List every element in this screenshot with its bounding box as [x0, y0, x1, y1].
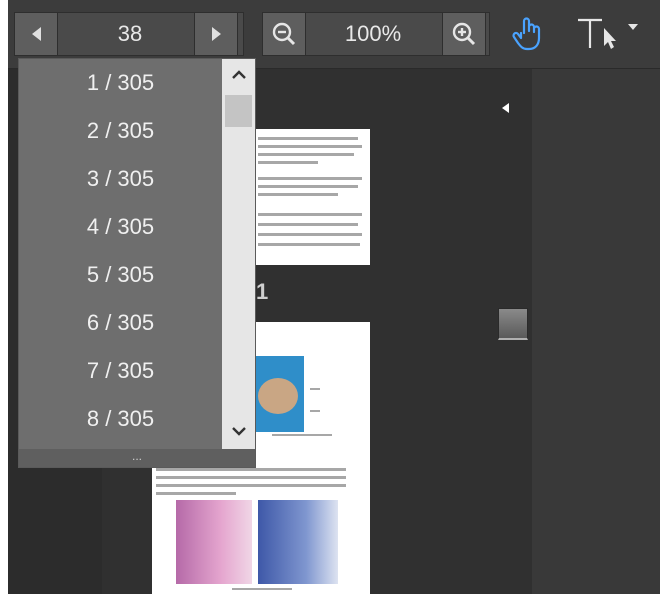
hand-tool-icon: [512, 17, 541, 51]
page-option[interactable]: 6 / 305: [19, 299, 222, 347]
page-option[interactable]: 7 / 305: [19, 347, 222, 395]
text-line: [258, 223, 358, 226]
text-line: [232, 588, 292, 590]
prev-page-button[interactable]: [14, 12, 58, 56]
next-page-button[interactable]: [194, 12, 238, 56]
text-line: [258, 137, 358, 140]
text-line: [156, 484, 346, 487]
text-line: [156, 476, 346, 479]
text-line: [156, 468, 346, 471]
text-line: [258, 161, 318, 164]
chevron-down-icon: [231, 427, 246, 436]
collapse-panel-button[interactable]: [498, 100, 512, 116]
text-line: [258, 213, 362, 216]
hand-tool-button[interactable]: [506, 14, 550, 54]
text-line: [310, 410, 320, 412]
scroll-down-button[interactable]: [222, 417, 255, 445]
text-select-button[interactable]: [574, 14, 644, 54]
text-line: [258, 233, 362, 236]
page-option[interactable]: 3 / 305: [19, 155, 222, 203]
text-line: [258, 185, 358, 188]
text-line: [258, 145, 362, 148]
page-number-field[interactable]: 38: [60, 12, 200, 56]
text-line: [258, 153, 354, 156]
next-page-icon: [211, 27, 221, 41]
zoom-out-icon: [272, 22, 296, 46]
zoom-in-button[interactable]: [442, 12, 486, 56]
page-select-dropdown: 1 / 305 2 / 305 3 / 305 4 / 305 5 / 305 …: [18, 58, 256, 468]
triangle-left-icon: [501, 103, 509, 113]
micrograph-image: [176, 500, 252, 584]
page-thumbnail: [252, 129, 370, 265]
chevron-down-icon: [628, 24, 638, 30]
text-line: [310, 388, 320, 390]
prev-page-icon: [31, 27, 41, 41]
text-line: [258, 193, 338, 196]
text-line: [258, 177, 362, 180]
dropdown-scrollbar[interactable]: [222, 59, 255, 449]
scroll-thumb[interactable]: [225, 95, 252, 127]
text-select-icon: [578, 18, 616, 49]
page-list: 1 / 305 2 / 305 3 / 305 4 / 305 5 / 305 …: [19, 59, 222, 449]
zoom-level[interactable]: 100%: [308, 12, 438, 56]
page-option[interactable]: 2 / 305: [19, 107, 222, 155]
dropdown-resize-grip[interactable]: ...: [19, 449, 255, 467]
page-option[interactable]: 4 / 305: [19, 203, 222, 251]
micrograph-image: [258, 500, 338, 584]
page-option[interactable]: 1 / 305: [19, 59, 222, 107]
pdf-viewer: 38 100% 1 1 / 305 2 / 305 3 / 305 4 / 30…: [8, 0, 660, 594]
text-line: [258, 243, 360, 246]
page-option[interactable]: 8 / 305: [19, 395, 222, 443]
zoom-out-button[interactable]: [262, 12, 306, 56]
document-scroll-thumb[interactable]: [498, 308, 528, 340]
figure-image: [256, 356, 304, 432]
page-option[interactable]: 5 / 305: [19, 251, 222, 299]
text-line: [272, 434, 332, 436]
chevron-up-icon: [231, 70, 246, 79]
right-panel: [532, 69, 660, 594]
zoom-in-icon: [452, 22, 476, 46]
text-line: [156, 492, 236, 495]
page-heading-fragment: 1: [256, 279, 269, 304]
scroll-up-button[interactable]: [222, 61, 255, 89]
